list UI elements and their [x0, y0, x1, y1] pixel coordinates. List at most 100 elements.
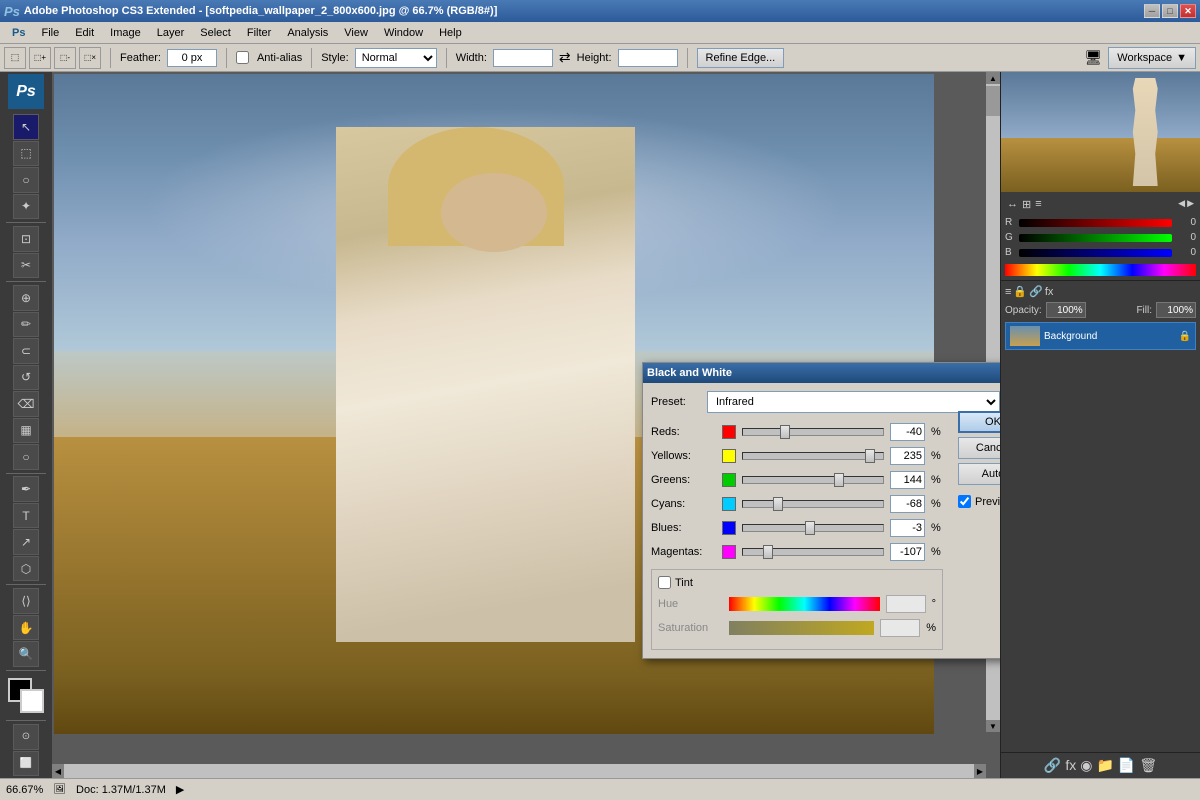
- intersect-selection-btn[interactable]: ⬚×: [79, 47, 101, 69]
- menu-window[interactable]: Window: [376, 25, 431, 41]
- menu-image[interactable]: Image: [102, 25, 149, 41]
- auto-button[interactable]: Auto: [958, 463, 1000, 485]
- tool-move[interactable]: ↖: [13, 114, 39, 139]
- tool-slice[interactable]: ✂: [13, 253, 39, 278]
- yellows-slider[interactable]: [742, 449, 884, 463]
- cyans-thumb[interactable]: [773, 497, 783, 511]
- tool-crop[interactable]: ⊡: [13, 226, 39, 251]
- tool-type[interactable]: T: [13, 503, 39, 528]
- move-icon[interactable]: ↔: [1007, 198, 1018, 211]
- greens-slider[interactable]: [742, 473, 884, 487]
- menu-view[interactable]: View: [336, 25, 376, 41]
- cyans-slider[interactable]: [742, 497, 884, 511]
- tool-marquee[interactable]: ⬚: [13, 141, 39, 166]
- blues-value[interactable]: -3: [890, 519, 925, 537]
- link-layers-icon[interactable]: 🔗: [1044, 757, 1061, 774]
- hue-value-box[interactable]: [886, 595, 926, 613]
- style-select[interactable]: Normal Fixed Ratio Fixed Size: [355, 48, 437, 68]
- cancel-button[interactable]: Cancel: [958, 437, 1000, 459]
- preview-checkbox[interactable]: [958, 495, 971, 508]
- tool-pen[interactable]: ✒: [13, 476, 39, 501]
- tool-shape[interactable]: ⬡: [13, 556, 39, 581]
- greens-thumb[interactable]: [834, 473, 844, 487]
- new-selection-btn[interactable]: ⬚: [4, 47, 26, 69]
- preset-select[interactable]: Infrared Default High Contrast Blue Filt…: [707, 391, 1000, 413]
- tool-hand[interactable]: ✋: [13, 615, 39, 640]
- menu-ps[interactable]: Ps: [4, 25, 33, 41]
- yellows-value[interactable]: 235: [890, 447, 925, 465]
- horizontal-scrollbar[interactable]: ◀ ▶: [52, 764, 986, 778]
- scroll-right-btn[interactable]: ▶: [974, 764, 986, 778]
- close-button[interactable]: ✕: [1180, 4, 1196, 18]
- ok-button[interactable]: OK: [958, 411, 1000, 433]
- fx-icon[interactable]: fx: [1045, 286, 1054, 298]
- minimize-button[interactable]: ─: [1144, 4, 1160, 18]
- reds-slider[interactable]: [742, 425, 884, 439]
- blues-thumb[interactable]: [805, 521, 815, 535]
- antialias-checkbox[interactable]: [236, 51, 249, 64]
- add-selection-btn[interactable]: ⬚+: [29, 47, 51, 69]
- feather-input[interactable]: [167, 49, 217, 67]
- tool-brush[interactable]: ✏: [13, 312, 39, 337]
- maximize-button[interactable]: □: [1162, 4, 1178, 18]
- tool-dodge[interactable]: ○: [13, 444, 39, 469]
- delete-layer-icon[interactable]: 🗑: [1139, 757, 1157, 774]
- add-style-icon[interactable]: fx: [1065, 757, 1076, 774]
- lock-icon[interactable]: 🔒: [1013, 285, 1027, 298]
- menu-file[interactable]: File: [33, 25, 67, 41]
- tool-zoom[interactable]: 🔍: [13, 641, 39, 666]
- menu-select[interactable]: Select: [192, 25, 239, 41]
- menu-layer[interactable]: Layer: [149, 25, 193, 41]
- fill-input[interactable]: [1156, 302, 1196, 318]
- new-layer-icon[interactable]: 📄: [1118, 757, 1135, 774]
- swap-icon[interactable]: ⇄: [559, 49, 571, 66]
- tool-magic-wand[interactable]: ✦: [13, 194, 39, 219]
- subtract-selection-btn[interactable]: ⬚-: [54, 47, 76, 69]
- sat-value-box[interactable]: [880, 619, 920, 637]
- tool-clone[interactable]: ⊂: [13, 338, 39, 363]
- magentas-thumb[interactable]: [763, 545, 773, 559]
- tint-checkbox[interactable]: [658, 576, 671, 589]
- add-mask-icon[interactable]: ◉: [1080, 757, 1092, 774]
- new-group-icon[interactable]: 📁: [1096, 757, 1113, 774]
- magentas-slider[interactable]: [742, 545, 884, 559]
- reds-thumb[interactable]: [780, 425, 790, 439]
- menu-filter[interactable]: Filter: [239, 25, 279, 41]
- scroll-thumb[interactable]: [986, 86, 1000, 116]
- tool-gradient[interactable]: ▦: [13, 418, 39, 443]
- scroll-left-icon[interactable]: ◀: [1178, 198, 1185, 211]
- scroll-left-btn[interactable]: ◀: [52, 764, 64, 778]
- scroll-right-icon[interactable]: ▶: [1187, 198, 1194, 211]
- reds-value[interactable]: -40: [890, 423, 925, 441]
- height-input[interactable]: [618, 49, 678, 67]
- tool-lasso[interactable]: ○: [13, 167, 39, 192]
- blues-slider[interactable]: [742, 521, 884, 535]
- tool-healing[interactable]: ⊕: [13, 285, 39, 310]
- layers-options-icon[interactable]: ≡: [1005, 286, 1011, 298]
- magentas-value[interactable]: -107: [890, 543, 925, 561]
- link-icon[interactable]: 🔗: [1029, 285, 1043, 298]
- cyans-value[interactable]: -68: [890, 495, 925, 513]
- background-color[interactable]: [20, 689, 44, 713]
- fg-bg-colors[interactable]: [8, 678, 44, 713]
- expand-icon[interactable]: ⊞: [1022, 198, 1031, 211]
- tool-path[interactable]: ↗: [13, 529, 39, 554]
- tool-quick-mask[interactable]: ⊙: [13, 724, 39, 749]
- opacity-input[interactable]: [1046, 302, 1086, 318]
- scroll-arrow[interactable]: ▶: [176, 783, 184, 796]
- tool-history[interactable]: ↺: [13, 365, 39, 390]
- background-layer[interactable]: Background 🔒: [1005, 322, 1196, 350]
- tool-screen-mode[interactable]: ⬜: [13, 751, 39, 776]
- tool-3d[interactable]: ⟨⟩: [13, 588, 39, 613]
- yellows-thumb[interactable]: [865, 449, 875, 463]
- greens-value[interactable]: 144: [890, 471, 925, 489]
- menu-edit[interactable]: Edit: [67, 25, 102, 41]
- settings-icon[interactable]: ≡: [1035, 198, 1041, 211]
- workspace-button[interactable]: Workspace ▼: [1108, 47, 1196, 69]
- scroll-up-btn[interactable]: ▲: [986, 72, 1000, 84]
- width-input[interactable]: [493, 49, 553, 67]
- menu-analysis[interactable]: Analysis: [279, 25, 336, 41]
- menu-help[interactable]: Help: [431, 25, 470, 41]
- tool-eraser[interactable]: ⌫: [13, 391, 39, 416]
- refine-edge-button[interactable]: Refine Edge...: [697, 48, 785, 68]
